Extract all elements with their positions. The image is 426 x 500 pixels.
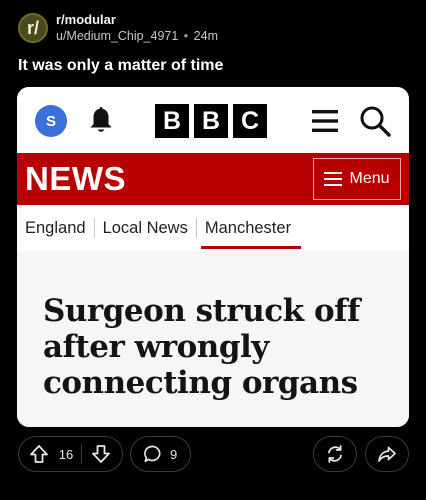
news-banner: NEWS Menu <box>17 153 409 205</box>
vote-divider <box>81 444 82 464</box>
logo-letter: C <box>233 104 267 138</box>
post-title[interactable]: It was only a matter of time <box>18 57 223 75</box>
upvote-count: 16 <box>58 446 74 462</box>
menu-icon <box>324 172 343 186</box>
nav-item-local-news: Local News <box>102 219 188 237</box>
upvote-icon[interactable] <box>29 444 49 464</box>
article-headline: Surgeon struck off after wrongly connect… <box>43 293 360 401</box>
repost-button[interactable] <box>313 436 357 472</box>
article-area: Surgeon struck off after wrongly connect… <box>17 251 409 427</box>
vote-group: 16 <box>18 436 123 472</box>
section-title: NEWS <box>25 160 126 197</box>
logo-letter: B <box>155 104 189 138</box>
comment-icon <box>144 445 161 463</box>
bell-icon <box>90 107 112 132</box>
comment-button[interactable]: 9 <box>130 436 191 472</box>
nav-divider <box>93 218 95 238</box>
post-image[interactable]: S B B C NEWS Menu England Local News Man… <box>17 87 409 427</box>
menu-label: Menu <box>349 170 390 187</box>
hamburger-icon <box>312 110 338 132</box>
downvote-icon[interactable] <box>91 444 111 464</box>
logo-letter: B <box>194 104 228 138</box>
nav-item-manchester: Manchester <box>200 205 302 251</box>
author-name[interactable]: u/Medium_Chip_4971 <box>56 29 178 43</box>
menu-button: Menu <box>313 158 401 200</box>
comment-count: 9 <box>170 446 178 462</box>
subreddit-avatar[interactable]: r/ <box>18 13 48 43</box>
nav-divider <box>195 218 197 238</box>
subreddit-name[interactable]: r/modular <box>56 12 218 28</box>
region-nav: England Local News Manchester <box>17 205 409 251</box>
post-header: r/ r/modular u/Medium_Chip_4971 • 24m <box>18 10 218 46</box>
nav-item-england: England <box>25 219 86 237</box>
repost-icon <box>328 445 342 463</box>
share-button[interactable] <box>365 436 409 472</box>
bbc-header: S B B C <box>17 87 409 153</box>
post-meta: r/modular u/Medium_Chip_4971 • 24m <box>56 12 218 44</box>
post-actions: 16 9 <box>0 436 426 474</box>
meta-line: u/Medium_Chip_4971 • 24m <box>56 28 218 44</box>
meta-separator: • <box>183 29 189 43</box>
account-avatar: S <box>35 105 67 137</box>
post-age: 24m <box>193 29 218 43</box>
bbc-logo: B B C <box>155 104 267 138</box>
share-icon <box>378 446 396 462</box>
search-icon <box>360 106 391 137</box>
